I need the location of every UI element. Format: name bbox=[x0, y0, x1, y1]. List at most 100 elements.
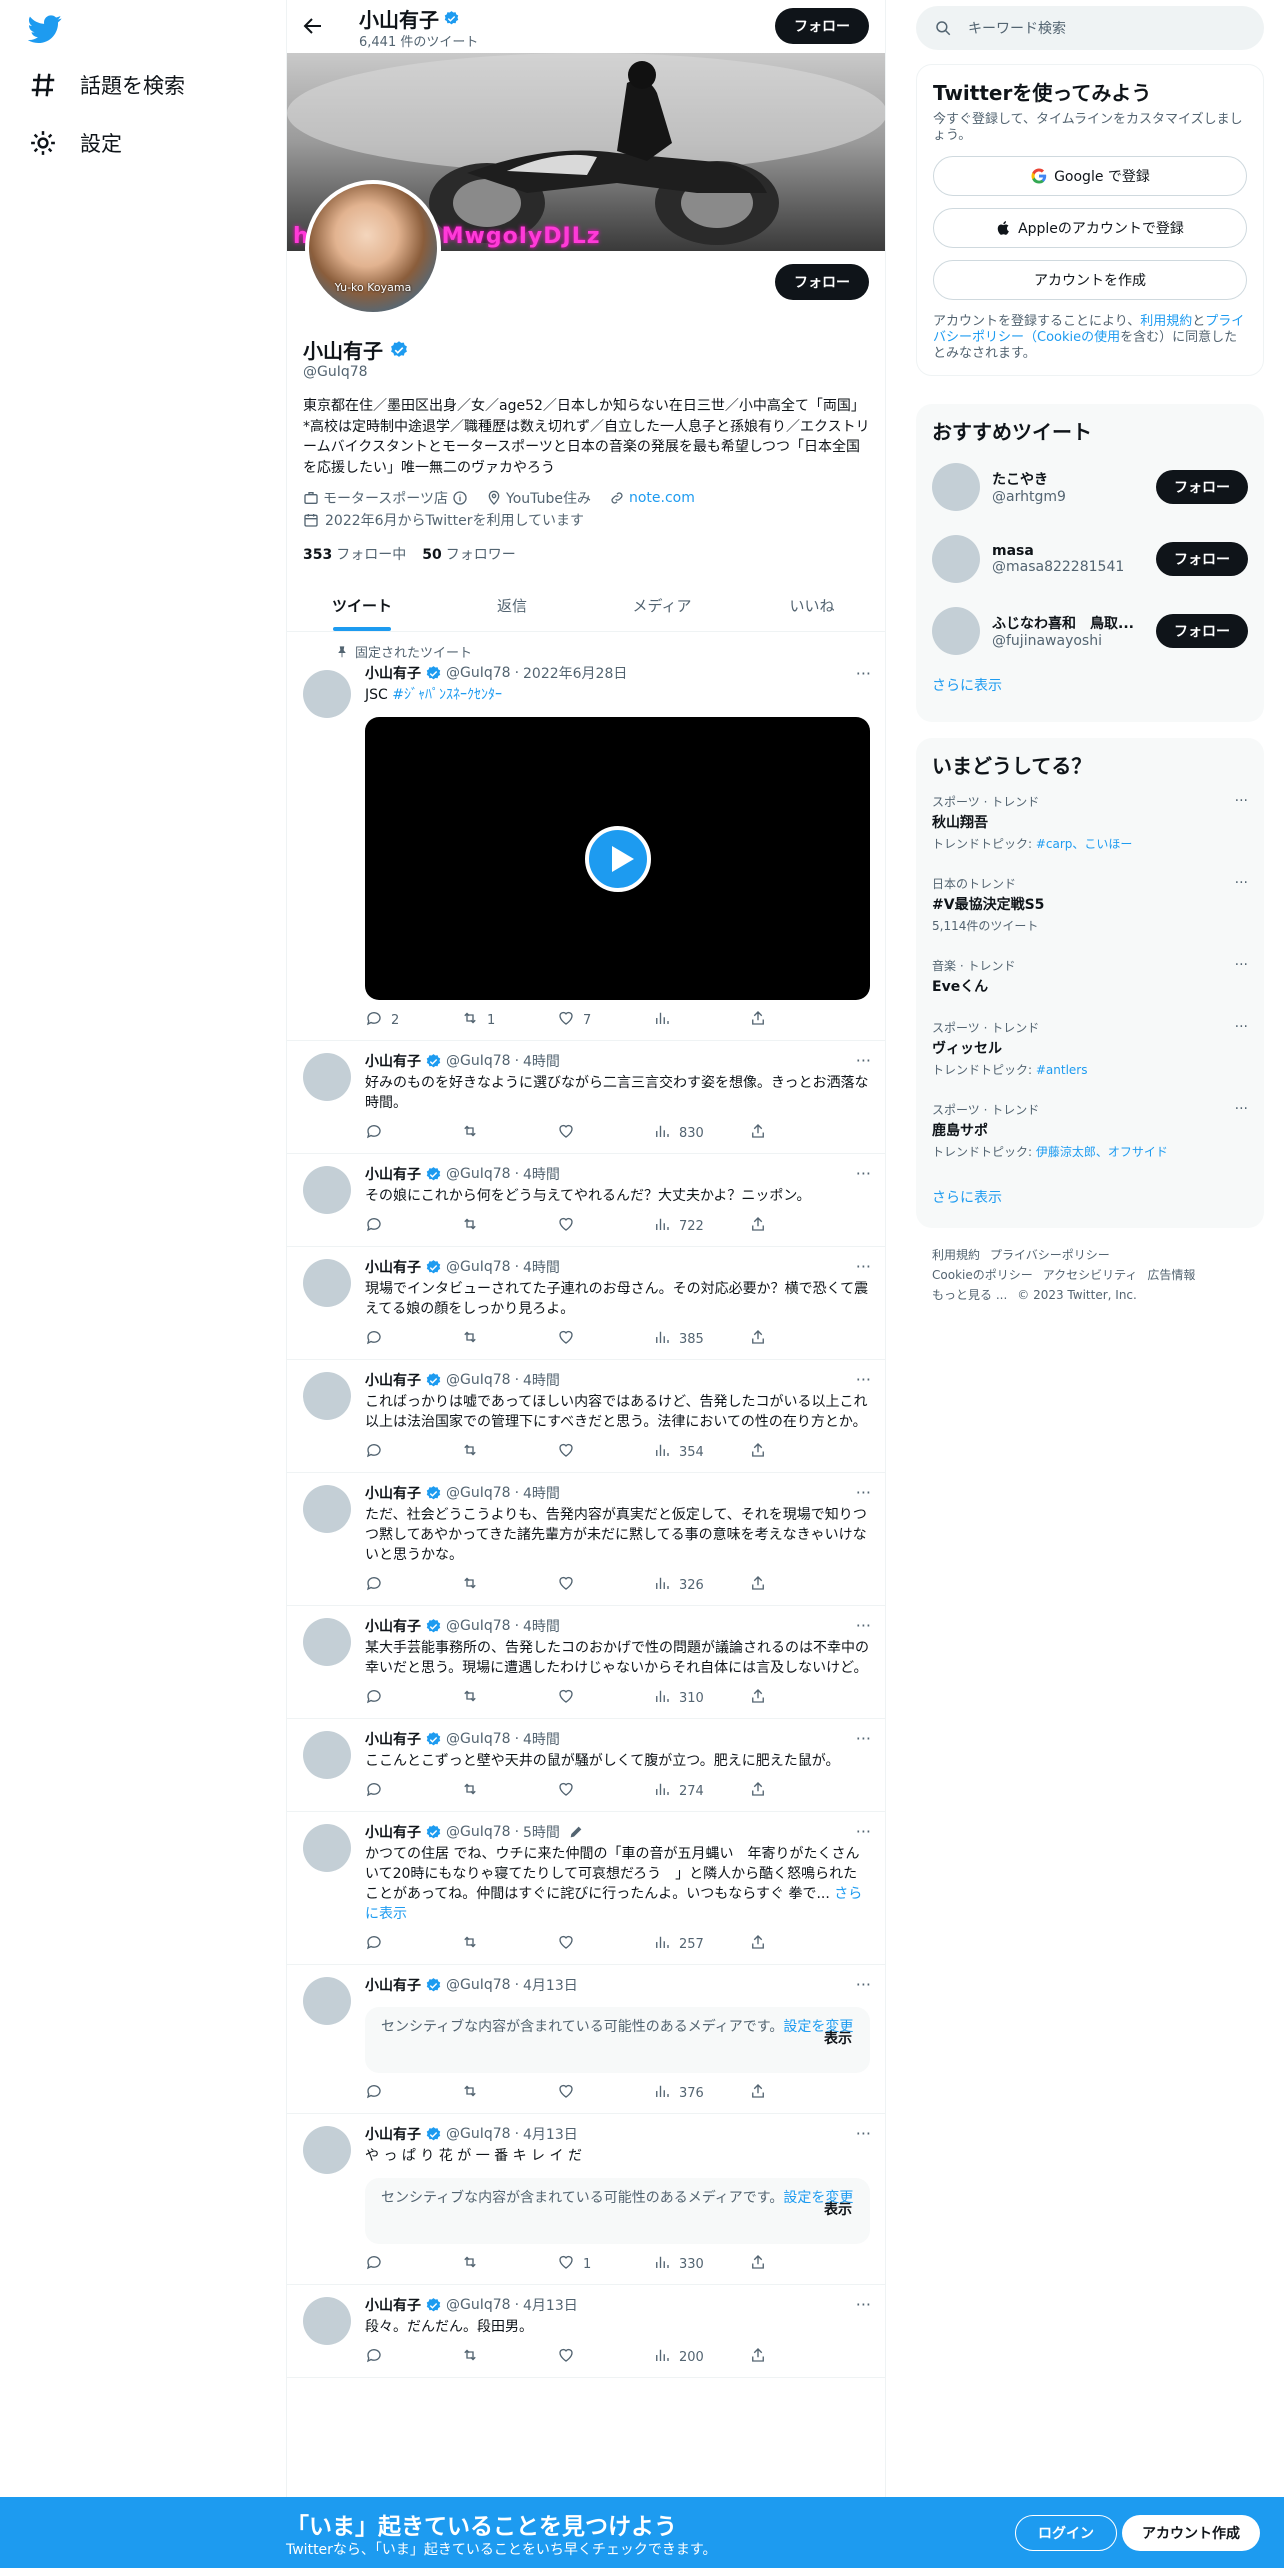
trend-item[interactable]: 音楽 · トレンド Eveくん ··· bbox=[916, 957, 1264, 1019]
tweet-avatar[interactable] bbox=[303, 670, 351, 718]
footer-link[interactable]: 利用規約 bbox=[932, 1248, 980, 1262]
following-link[interactable]: 353 フォロー中 bbox=[303, 544, 406, 564]
tweet-avatar[interactable] bbox=[303, 2126, 351, 2174]
retweet-button[interactable]: 1 bbox=[461, 1009, 557, 1031]
nav-item-settings[interactable]: 設定 bbox=[28, 128, 122, 158]
tweet-author-handle[interactable]: @GuIq78 bbox=[446, 1259, 511, 1275]
more-options-icon[interactable]: ··· bbox=[856, 1257, 871, 1276]
share-button[interactable] bbox=[749, 1328, 789, 1350]
tweet-author-name[interactable]: 小山有子 bbox=[365, 1483, 421, 1503]
tweet-author-name[interactable]: 小山有子 bbox=[365, 1729, 421, 1749]
trends-show-more[interactable]: さらに表示 bbox=[916, 1187, 1264, 1207]
retweet-button[interactable] bbox=[461, 2253, 557, 2275]
reply-button[interactable] bbox=[365, 1441, 461, 1463]
retweet-button[interactable] bbox=[461, 1328, 557, 1350]
tweet-author-name[interactable]: 小山有子 bbox=[365, 1370, 421, 1390]
share-button[interactable] bbox=[749, 1687, 789, 1709]
like-button[interactable] bbox=[557, 1122, 653, 1144]
views-button[interactable]: 257 bbox=[653, 1933, 749, 1955]
share-button[interactable] bbox=[749, 2082, 789, 2104]
tweet-author-handle[interactable]: @GuIq78 bbox=[446, 1372, 511, 1388]
more-options-icon[interactable]: ··· bbox=[856, 1164, 871, 1183]
tweet-author-handle[interactable]: @GuIq78 bbox=[446, 1485, 511, 1501]
back-arrow-icon[interactable] bbox=[301, 14, 325, 38]
tweet[interactable]: 小山有子 @GuIq78 · 4時間 ··· ただ、社会どうこうよりも、告発内容が真実だと… bbox=[287, 1473, 885, 1606]
trend-topic-links[interactable]: 伊藤涼太郎、オフサイド bbox=[1036, 1145, 1168, 1159]
trend-topic-links[interactable]: #carp、こいほー bbox=[1036, 837, 1133, 851]
recommended-user[interactable]: masa @masa822281541 フォロー bbox=[916, 523, 1264, 595]
more-options-icon[interactable]: ··· bbox=[856, 1822, 871, 1841]
tweet-author-name[interactable]: 小山有子 bbox=[365, 1975, 421, 1995]
tweet[interactable]: 小山有子 @GuIq78 · 4時間 ··· その娘にこれから何をどう与えてやれるんだ？大… bbox=[287, 1154, 885, 1247]
like-button[interactable] bbox=[557, 1687, 653, 1709]
tweet-hashtag[interactable]: #ｼﾞｬﾊﾟﾝｽﾈｰｸｾﾝﾀｰ bbox=[392, 687, 502, 703]
share-button[interactable] bbox=[749, 1009, 789, 1031]
tweet-author-handle[interactable]: @GuIq78 bbox=[446, 1731, 511, 1747]
share-button[interactable] bbox=[749, 1780, 789, 1802]
retweet-button[interactable] bbox=[461, 2082, 557, 2104]
trend-topic-links[interactable]: #antlers bbox=[1036, 1063, 1088, 1077]
tweet-time[interactable]: 4時間 bbox=[523, 1729, 560, 1749]
tweet-time[interactable]: 2022年6月28日 bbox=[523, 663, 627, 683]
reply-button[interactable] bbox=[365, 1933, 461, 1955]
tweet-author-handle[interactable]: @GuIq78 bbox=[446, 665, 511, 681]
tweet-time[interactable]: 4時間 bbox=[523, 1164, 560, 1184]
tweet-time[interactable]: 4月13日 bbox=[523, 2124, 578, 2144]
reply-button[interactable] bbox=[365, 1574, 461, 1596]
recommended-user[interactable]: たこやき @arhtgm9 フォロー bbox=[916, 451, 1264, 523]
recommend-show-more[interactable]: さらに表示 bbox=[916, 675, 1264, 695]
tweet-time[interactable]: 4時間 bbox=[523, 1051, 560, 1071]
more-options-icon[interactable]: ··· bbox=[856, 1616, 871, 1635]
tweet-author-name[interactable]: 小山有子 bbox=[365, 1257, 421, 1277]
play-button-icon[interactable] bbox=[584, 825, 651, 892]
like-button[interactable] bbox=[557, 1933, 653, 1955]
footer-link[interactable]: プライバシーポリシー bbox=[990, 1248, 1110, 1262]
views-button[interactable]: 330 bbox=[653, 2253, 749, 2275]
views-button[interactable]: 200 bbox=[653, 2346, 749, 2368]
retweet-button[interactable] bbox=[461, 1122, 557, 1144]
views-button[interactable]: 376 bbox=[653, 2082, 749, 2104]
views-button[interactable]: 310 bbox=[653, 1687, 749, 1709]
trend-more-icon[interactable]: ··· bbox=[1235, 1101, 1248, 1117]
like-button[interactable]: 7 bbox=[557, 1009, 653, 1031]
share-button[interactable] bbox=[749, 1215, 789, 1237]
footer-link[interactable]: もっと見る ... bbox=[932, 1288, 1007, 1302]
tweet-time[interactable]: 4月13日 bbox=[523, 2295, 578, 2315]
header-follow-button[interactable]: フォロー bbox=[775, 8, 869, 44]
terms-link[interactable]: 利用規約 bbox=[1140, 314, 1192, 329]
like-button[interactable] bbox=[557, 1215, 653, 1237]
tab-replies[interactable]: 返信 bbox=[437, 580, 587, 631]
footer-link[interactable]: アクセシビリティ bbox=[1043, 1268, 1138, 1282]
tweet-author-handle[interactable]: @GuIq78 bbox=[446, 1824, 511, 1840]
nav-item-explore[interactable]: 話題を検索 bbox=[28, 70, 185, 100]
trend-item[interactable]: スポーツ · トレンド 鹿島サポ トレンドトピック: 伊藤涼太郎、オフサイド ··· bbox=[916, 1101, 1264, 1183]
recommended-user-name[interactable]: たこやき bbox=[992, 469, 1066, 489]
views-button[interactable]: 385 bbox=[653, 1328, 749, 1350]
tweet-avatar[interactable] bbox=[303, 1372, 351, 1420]
recommended-user-avatar[interactable] bbox=[932, 535, 980, 583]
tweet[interactable]: 小山有子 @GuIq78 · 4時間 ··· 現場でインタビューされてた子連れのお母さん。… bbox=[287, 1247, 885, 1360]
trend-item[interactable]: 日本のトレンド #V最協決定戦S5 5,114件のツイート ··· bbox=[916, 875, 1264, 957]
share-button[interactable] bbox=[749, 1441, 789, 1463]
retweet-button[interactable] bbox=[461, 1780, 557, 1802]
retweet-button[interactable] bbox=[461, 1933, 557, 1955]
trend-topic[interactable]: 秋山翔吾 bbox=[932, 812, 1248, 832]
trend-topic[interactable]: ヴィッセル bbox=[932, 1038, 1248, 1058]
trend-topic[interactable]: #V最協決定戦S5 bbox=[932, 894, 1248, 914]
trend-more-icon[interactable]: ··· bbox=[1235, 957, 1248, 973]
tab-tweets[interactable]: ツイート bbox=[287, 580, 437, 631]
views-button[interactable]: 830 bbox=[653, 1122, 749, 1144]
profile-url[interactable]: note.com bbox=[609, 490, 695, 506]
followers-link[interactable]: 50 フォロワー bbox=[422, 544, 515, 564]
retweet-button[interactable] bbox=[461, 1687, 557, 1709]
profile-url-text[interactable]: note.com bbox=[629, 490, 695, 506]
tweet-time[interactable]: 4月13日 bbox=[523, 1975, 578, 1995]
tab-likes[interactable]: いいね bbox=[737, 580, 885, 631]
tweet-avatar[interactable] bbox=[303, 1731, 351, 1779]
more-options-icon[interactable]: ··· bbox=[856, 1975, 871, 1994]
tweet[interactable]: 小山有子 @GuIq78 · 4時間 ··· こればっかりは嘘であってほしい内容ではあるけ… bbox=[287, 1360, 885, 1473]
recommended-user-name[interactable]: ふじなわ喜和 鳥取... bbox=[992, 613, 1134, 633]
like-button[interactable] bbox=[557, 2082, 653, 2104]
signup-button[interactable]: アカウント作成 bbox=[1122, 2515, 1260, 2551]
tweet[interactable]: 小山有子 @GuIq78 · 4月13日 ··· 段々。だんだん。段田男。 200 bbox=[287, 2285, 885, 2378]
